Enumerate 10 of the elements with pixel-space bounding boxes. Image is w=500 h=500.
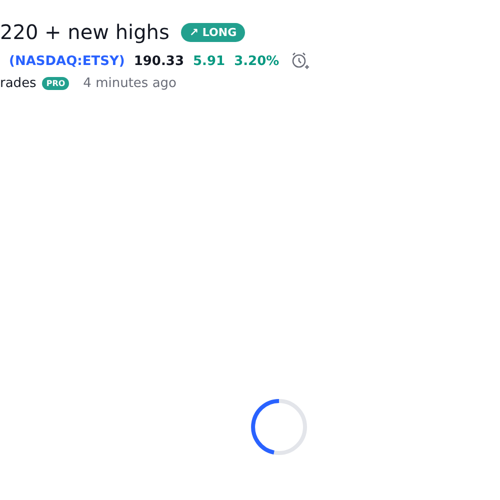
symbol-link[interactable]: (NASDAQ:ETSY): [9, 54, 125, 68]
publish-time: 4 minutes ago: [83, 76, 177, 91]
price: 190.33: [134, 54, 184, 68]
percent-change: 3.20%: [234, 54, 280, 68]
idea-title: 220 + new highs: [0, 19, 170, 45]
author-name[interactable]: rades: [0, 76, 36, 91]
long-badge: ↗ LONG: [181, 22, 245, 42]
alarm-clock-icon[interactable]: [290, 51, 310, 71]
pro-badge: PRO: [42, 77, 70, 90]
price-change: 5.91: [193, 54, 226, 68]
